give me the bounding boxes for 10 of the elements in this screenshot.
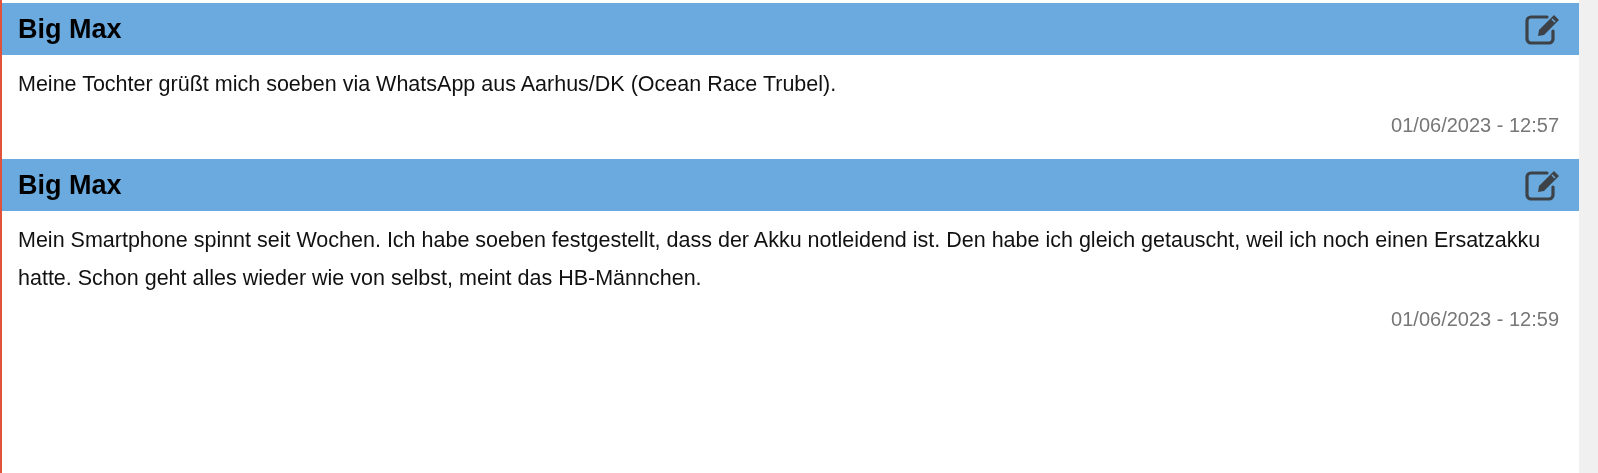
edit-button[interactable] (1525, 13, 1561, 45)
post-timestamp: 01/06/2023 - 12:59 (1391, 307, 1559, 331)
edit-icon (1525, 169, 1561, 201)
edit-button[interactable] (1525, 169, 1561, 201)
edit-icon (1525, 13, 1561, 45)
author-name: Big Max (18, 169, 122, 201)
author-name: Big Max (18, 13, 122, 45)
post-text: Mein Smartphone spinnt seit Wochen. Ich habe soeben festgestellt, dass der Akku notleidend ist. Den habe ich gleich getauscht, weil ich noch einen Ersatzakku hatte. Schon geht alles wieder wie von selbst, meint das HB-Männchen. (18, 228, 1541, 290)
post-timestamp: 01/06/2023 - 12:57 (1391, 113, 1559, 137)
post-text: Meine Tochter grüßt mich soeben via WhatsApp aus Aarhus/DK (Ocean Race Trubel). (18, 72, 837, 96)
